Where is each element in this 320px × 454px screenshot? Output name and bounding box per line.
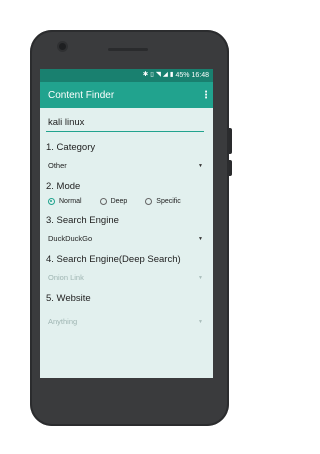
mode-radio-group: Normal Deep Specific [46,192,207,205]
website-label: 5. Website [46,293,91,304]
mode-option-normal[interactable]: Normal [48,198,82,205]
battery-percent: 45% [175,72,190,79]
signal-icon: ◢ [162,71,168,79]
radio-unchecked-icon[interactable] [145,198,153,205]
volume-button [229,160,232,176]
search-engine-label: 3. Search Engine [46,215,119,226]
dropdown-arrow-icon: ▼ [198,162,203,169]
dropdown-arrow-icon: ▼ [198,318,203,325]
power-button [229,128,232,154]
radio-unchecked-icon[interactable] [99,198,107,205]
search-engine-dropdown[interactable]: DuckDuckGo ▼ [46,226,207,244]
mode-option-deep[interactable]: Deep [99,198,128,205]
app-screen: ✱ ▯ ◥ ◢ ▮ 45% 16:48 Content Finder ⋮ kal… [40,69,213,378]
mode-option-label: Normal [59,198,82,205]
deep-search-engine-selected: Onion Link [48,273,84,282]
website-dropdown[interactable]: Anything ▼ [46,304,207,327]
battery-icon: ▮ [169,71,174,79]
earpiece-speaker [108,48,148,51]
website-selected: Anything [48,317,78,326]
overflow-menu-icon[interactable]: ⋮ [201,90,211,101]
dropdown-arrow-icon: ▼ [198,274,203,281]
front-camera [59,43,66,50]
mode-option-label: Specific [156,198,181,205]
app-title: Content Finder [48,89,115,101]
search-engine-selected: DuckDuckGo [48,234,93,243]
deep-search-engine-label: 4. Search Engine(Deep Search) [46,254,181,265]
mode-option-label: Deep [110,198,128,205]
category-label: 1. Category [46,142,96,153]
app-bar: Content Finder ⋮ [40,82,213,108]
search-input[interactable]: kali linux [46,117,204,132]
category-dropdown[interactable]: Other ▼ [46,153,207,171]
form: kali linux 1. Category Other ▼ 2. Mode N… [40,117,213,327]
status-bar: ✱ ▯ ◥ ◢ ▮ 45% 16:48 [40,69,213,82]
mode-option-specific[interactable]: Specific [145,198,181,205]
mode-label: 2. Mode [46,181,81,192]
bluetooth-icon: ✱ [142,71,149,79]
vibrate-icon: ▯ [150,71,154,79]
category-selected: Other [48,161,67,170]
radio-checked-icon[interactable] [48,198,55,205]
status-time: 16:48 [191,72,209,79]
dropdown-arrow-icon: ▼ [198,235,203,242]
deep-search-engine-dropdown[interactable]: Onion Link ▼ [46,265,207,283]
wifi-icon: ◥ [155,71,161,79]
